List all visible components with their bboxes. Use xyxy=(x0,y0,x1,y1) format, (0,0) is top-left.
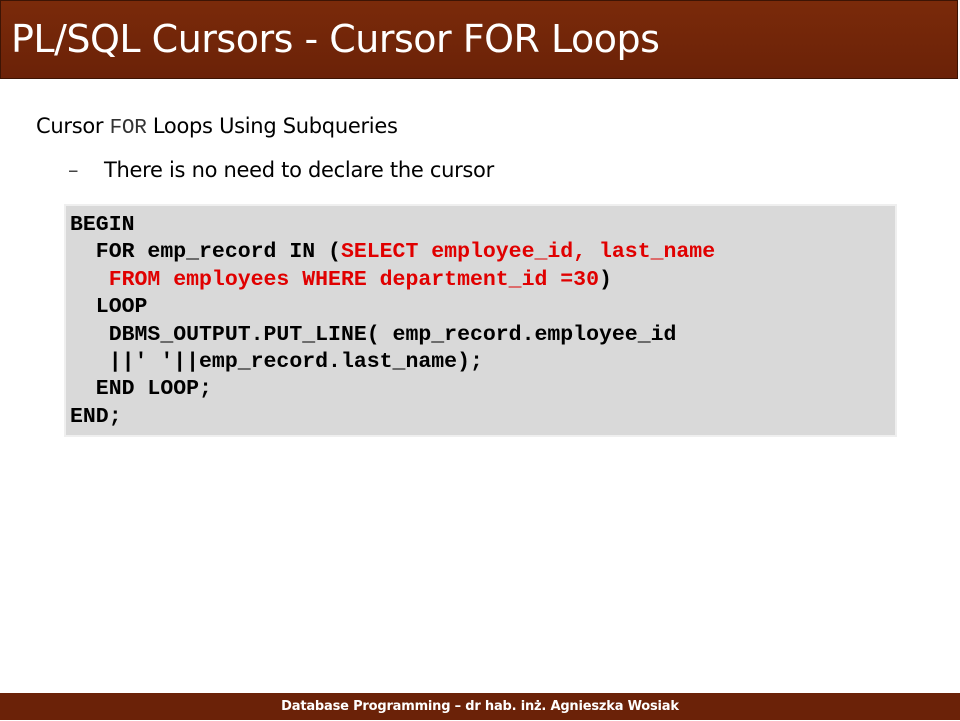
code-line-8: END; xyxy=(70,404,122,429)
bullet-text: There is no need to declare the cursor xyxy=(104,158,494,182)
heading-text-end: Loops Using Subqueries xyxy=(146,114,398,138)
code-block: BEGIN FOR emp_record IN (SELECT employee… xyxy=(64,204,897,437)
code-line-5: DBMS_OUTPUT.PUT_LINE( emp_record.employe… xyxy=(70,322,677,347)
heading-code-keyword: FOR xyxy=(109,117,147,140)
bullet-item: – There is no need to declare the cursor xyxy=(68,158,494,182)
code-line-2-highlight: SELECT employee_id, last_name xyxy=(340,240,716,265)
code-line-3-highlight: FROM employees WHERE department_id =30 xyxy=(70,267,599,292)
slide-title-bar: PL/SQL Cursors - Cursor FOR Loops xyxy=(0,0,958,79)
slide-footer: Database Programming – dr hab. inż. Agni… xyxy=(0,693,960,720)
code-line-1: BEGIN xyxy=(70,213,135,237)
bullet-dash: – xyxy=(68,158,79,182)
code-line-6: ||' '||emp_record.last_name); xyxy=(70,350,483,375)
heading-text-start: Cursor xyxy=(36,114,110,138)
code-line-2-plain: FOR emp_record IN ( xyxy=(70,240,341,265)
code-line-4: LOOP xyxy=(70,295,148,320)
code-listing: BEGIN FOR emp_record IN (SELECT employee… xyxy=(70,212,715,431)
slide-title: PL/SQL Cursors - Cursor FOR Loops xyxy=(11,17,660,61)
code-line-7: END LOOP; xyxy=(70,377,212,402)
slide-heading: Cursor FOR Loops Using Subqueries xyxy=(36,114,398,140)
code-line-3-plain: ) xyxy=(599,267,612,292)
